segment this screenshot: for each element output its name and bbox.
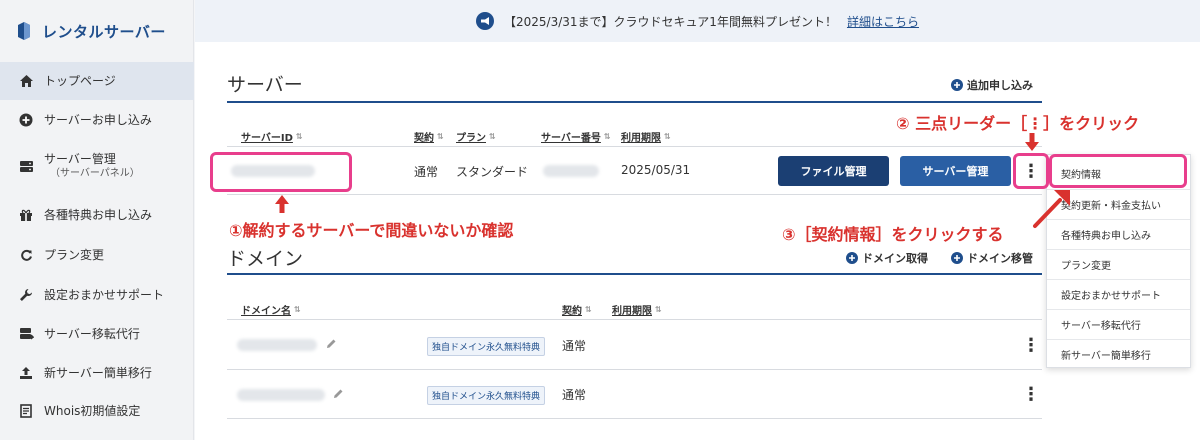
sort-icon: ⇅ [664,132,671,141]
annotation-step2: ② 三点リーダー［⋮］をクリック [896,114,1140,133]
sidebar-item-server-apply[interactable]: サーバーお申し込み [0,102,194,138]
promo-banner: 【2025/3/31まで】クラウドセキュア1年間無料プレゼント！ 詳細はこちら [195,0,1200,42]
sidebar-item-plan-change[interactable]: プラン変更 [0,236,194,274]
domain-row-divider [227,418,1042,419]
sort-icon: ⇅ [603,132,611,141]
server-expiry-value: 2025/05/31 [621,163,691,177]
gift-icon [18,207,34,223]
sidebar: レンタルサーバー トップページ サーバーお申し込み サーバー管理 （サーバーパネ… [0,0,194,440]
pencil-icon[interactable] [325,338,337,350]
col-expiry[interactable]: 利用期限 ⇅ [621,129,671,144]
sort-icon: ⇅ [295,132,303,141]
server-icon [18,158,34,174]
server-section-title: サーバー [227,74,303,96]
domain-transfer-label: ドメイン移管 [967,252,1033,265]
arrow-up-icon [275,195,289,213]
sort-icon: ⇅ [585,305,592,314]
add-application-button[interactable]: 追加申し込み [951,77,1033,93]
refresh-icon [18,247,34,263]
brand[interactable]: レンタルサーバー [0,0,193,62]
domain-name-redacted [237,389,325,401]
file-manage-button[interactable]: ファイル管理 [778,156,889,186]
sidebar-item-server-manage[interactable]: サーバー管理 （サーバーパネル） [0,140,194,192]
sort-icon: ⇅ [655,305,662,314]
plus-circle-icon [846,252,858,264]
wrench-icon [18,287,34,303]
server-header-divider [227,146,1042,147]
plus-circle-icon [951,79,963,91]
megaphone-icon [476,12,495,30]
server-contract-value: 通常 [414,165,439,179]
domain-get-button[interactable]: ドメイン取得 [846,250,928,266]
plus-circle-icon [951,252,963,264]
highlight-server-id [210,152,352,192]
domain-contract-value: 通常 [562,388,587,402]
sidebar-item-label: サーバー管理 [44,152,116,167]
arrow-down-icon [1025,133,1039,151]
sidebar-item-top[interactable]: トップページ [0,62,194,100]
annotation-step1: ①解約するサーバーで間違いないか確認 [229,221,514,240]
domain-section-divider [227,273,1042,275]
sidebar-item-label: 新サーバー簡単移行 [44,365,152,380]
domain-transfer-button[interactable]: ドメイン移管 [951,250,1033,266]
add-application-label: 追加申し込み [967,79,1033,92]
domain-contract-value: 通常 [562,339,587,353]
server-plan-value: スタンダード [456,165,529,179]
sidebar-item-label: 設定おまかせサポート [44,287,165,302]
menu-item-new-server-migration[interactable]: 新サーバー簡単移行 [1047,339,1190,369]
banner-details-link[interactable]: 詳細はこちら [847,13,919,30]
server-row-divider [227,194,1042,195]
col-domain-expiry[interactable]: 利用期限 ⇅ [612,302,662,317]
menu-item-plan-change[interactable]: プラン変更 [1047,249,1190,279]
document-icon [18,403,34,419]
sidebar-item-whois[interactable]: Whois初期値設定 [0,392,194,430]
server-section-divider [227,101,1042,103]
sidebar-item-label: サーバーお申し込み [44,112,152,127]
domain-benefit-tag: 独自ドメイン永久無料特典 [427,337,546,356]
domain-section-title: ドメイン [227,248,304,270]
domain-benefit-tag: 独自ドメイン永久無料特典 [427,386,546,405]
sidebar-item-label: サーバー移転代行 [44,326,140,341]
menu-item-server-transfer[interactable]: サーバー移転代行 [1047,309,1190,339]
pencil-icon[interactable] [332,388,344,400]
home-icon [18,73,34,89]
col-server-number[interactable]: サーバー番号 ⇅ [541,129,611,144]
sidebar-item-label: 各種特典お申し込み [44,207,153,222]
domain-row-kebab-icon[interactable]: ⋮ [1019,380,1043,408]
domain-row-divider [227,369,1042,370]
domain-header-divider [227,319,1042,320]
sidebar-item-sublabel: （サーバーパネル） [50,168,140,180]
server-manage-button[interactable]: サーバー管理 [900,156,1011,186]
col-domain-name[interactable]: ドメイン名 ⇅ [241,302,301,317]
sidebar-item-benefits[interactable]: 各種特典お申し込み [0,196,194,234]
sidebar-item-label: プラン変更 [44,247,105,262]
menu-item-setup-support[interactable]: 設定おまかせサポート [1047,279,1190,309]
sort-icon: ⇅ [437,132,444,141]
domain-name-redacted [237,339,317,351]
col-plan[interactable]: プラン ⇅ [456,129,496,144]
server-number-value-redacted [543,165,599,177]
banner-text: 【2025/3/31まで】クラウドセキュア1年間無料プレゼント！ [504,14,837,29]
domain-row-kebab-icon[interactable]: ⋮ [1019,331,1043,359]
brand-logo-icon [18,22,30,40]
col-contract[interactable]: 契約 ⇅ [414,129,444,144]
sidebar-item-setup-support[interactable]: 設定おまかせサポート [0,276,194,314]
sidebar-item-label: Whois初期値設定 [44,403,141,418]
sort-icon: ⇅ [489,132,496,141]
sidebar-item-label: トップページ [44,73,116,88]
upload-icon [18,365,34,381]
sidebar-item-server-transfer[interactable]: サーバー移転代行 [0,316,194,352]
arrow-diagonal-icon [1033,190,1070,228]
domain-get-label: ドメイン取得 [862,252,928,265]
sidebar-item-new-server-migration[interactable]: 新サーバー簡単移行 [0,354,194,392]
col-server-id[interactable]: サーバーID ⇅ [241,129,303,144]
server-move-icon [18,326,34,342]
sort-icon: ⇅ [294,305,301,314]
brand-label: レンタルサーバー [42,22,166,41]
col-domain-contract[interactable]: 契約 ⇅ [562,302,592,317]
annotation-step3: ③［契約情報］をクリックする [782,225,1004,244]
plus-circle-icon [18,112,34,128]
